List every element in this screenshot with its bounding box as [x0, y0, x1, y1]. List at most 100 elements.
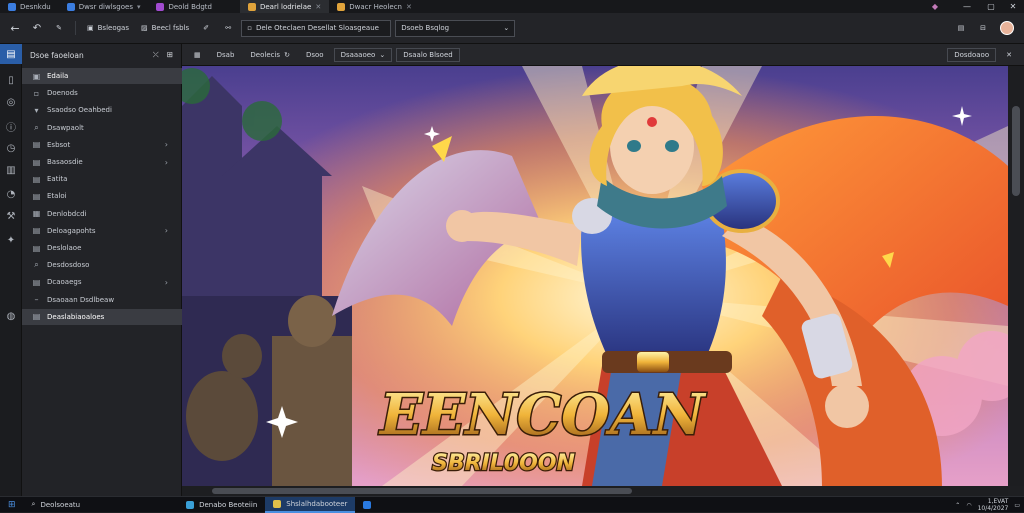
- extension-icon[interactable]: ✦: [0, 230, 22, 250]
- tab-3[interactable]: Dearl lodrielae ✕: [239, 0, 330, 13]
- clock-icon[interactable]: ◔: [0, 184, 22, 204]
- toolbar-button-label: Bsleogas: [97, 24, 129, 32]
- undo-icon[interactable]: ↶: [28, 19, 46, 37]
- sidebar-item-label: Dcaoaegs: [47, 278, 82, 287]
- tool-button-label: Dsoo: [305, 50, 324, 59]
- settings-icon[interactable]: ⊟: [974, 19, 992, 37]
- vertical-scrollbar[interactable]: [1008, 66, 1024, 486]
- tab-4[interactable]: Dwacr Heolecn ✕: [329, 0, 420, 13]
- search-icon[interactable]: ◎: [0, 92, 22, 112]
- right-dropdown-label: Dosdoaoo: [954, 50, 990, 59]
- search-dropdown[interactable]: Dsoeb Bsqlog ⌄: [395, 19, 516, 37]
- sidebar-item[interactable]: ▤ Eatita: [22, 171, 182, 187]
- tab-0[interactable]: Desnkdu: [0, 0, 59, 13]
- sidebar-item[interactable]: ▫ Doenods: [22, 85, 182, 101]
- sidebar-item-label: Etaloi: [47, 192, 67, 201]
- sidebar-item-label: Dsaoaan Dsdlbeaw: [47, 295, 115, 304]
- tool-button[interactable]: Dsaalo Blsoed: [396, 47, 460, 62]
- sidebar-item[interactable]: ▣ Edaila: [22, 68, 182, 84]
- layers-icon[interactable]: ▥: [0, 160, 22, 180]
- taskbar-search[interactable]: ⌕ Deolsoeatu: [24, 497, 89, 513]
- tab-1[interactable]: Dwsr diwlsgoes ▾: [59, 0, 149, 13]
- history-icon[interactable]: ◷: [0, 138, 22, 158]
- sidebar-item[interactable]: ▾ Ssaodso Oeahbedi: [22, 102, 182, 118]
- tool-dropdown[interactable]: Dsaaaoeo ⌄: [333, 47, 393, 62]
- chevron-right-icon[interactable]: ›: [165, 226, 168, 235]
- close-window-icon[interactable]: ✕: [1002, 0, 1024, 13]
- scroll-thumb[interactable]: [1012, 106, 1020, 196]
- chevron-down-icon[interactable]: ▾: [137, 3, 141, 11]
- sidebar-item[interactable]: ▤ Etaloi: [22, 188, 182, 204]
- tab-2[interactable]: Deold Bdgtd: [148, 0, 219, 13]
- sidebar-item[interactable]: ▦ Denlobdcdi: [22, 206, 182, 222]
- wifi-icon[interactable]: ◠: [966, 502, 971, 509]
- sidebar-item[interactable]: ▤ Dcaoaegs ›: [22, 274, 182, 290]
- pin-icon[interactable]: ⊞: [167, 50, 173, 60]
- page-icon: ▫: [247, 24, 252, 32]
- minimize-icon[interactable]: —: [956, 0, 978, 13]
- start-button[interactable]: ⊞: [0, 497, 24, 513]
- tab-label: Dwacr Heolecn: [349, 2, 402, 11]
- chevron-right-icon[interactable]: ›: [165, 278, 168, 287]
- chevron-up-icon[interactable]: ⌃: [955, 502, 960, 509]
- sidebar-item[interactable]: ▤ Basaosdie ›: [22, 154, 182, 170]
- maximize-icon[interactable]: ▢: [980, 0, 1002, 13]
- notification-icon[interactable]: ▭: [1014, 502, 1020, 509]
- explorer-icon[interactable]: ▤: [0, 44, 22, 64]
- activity-bar: ▤ ▯ ◎ ⓘ ◷ ▥ ◔ ⚒ ✦ ◍: [0, 44, 22, 496]
- tab-label: Deold Bdgtd: [168, 2, 212, 11]
- sidebar-item[interactable]: ▤ Deslolaoe: [22, 240, 182, 256]
- chevron-right-icon[interactable]: ›: [165, 140, 168, 149]
- refresh-icon: ↻: [284, 50, 290, 59]
- doc-icon: ▤: [32, 191, 41, 201]
- right-dropdown[interactable]: Dosdoaoo: [947, 47, 997, 62]
- toolbar-button-1[interactable]: ▣ Bsleogas: [83, 19, 133, 37]
- scroll-thumb[interactable]: [212, 488, 632, 494]
- artwork-viewer[interactable]: EENCOAN SBRIL0OON: [182, 66, 1008, 486]
- app-icon: [186, 500, 195, 509]
- sidebar-item[interactable]: ▤ Deaslabiaoaloes: [22, 308, 182, 325]
- close-panel-icon[interactable]: ✕: [1000, 48, 1018, 62]
- doc-icon: ▤: [32, 157, 41, 167]
- sidebar-item-label: Esbsot: [47, 140, 71, 149]
- sidebar-item-label: Deslolaoe: [47, 244, 82, 252]
- back-icon[interactable]: ←: [6, 19, 24, 37]
- tools-icon[interactable]: ⚒: [0, 206, 22, 226]
- sidebar-item[interactable]: ▤ Deloagapohts ›: [22, 223, 182, 239]
- edit-icon[interactable]: ✎: [50, 19, 68, 37]
- pen-icon[interactable]: ✐: [197, 19, 215, 37]
- files-icon[interactable]: ▯: [0, 70, 22, 90]
- tool-button[interactable]: Deolecis ↻: [244, 48, 296, 62]
- tool-button[interactable]: Dsab: [211, 48, 241, 62]
- close-icon[interactable]: ✕: [406, 3, 412, 11]
- close-icon[interactable]: ✕: [315, 3, 321, 11]
- clock-date: 10/4/2027: [977, 505, 1009, 512]
- sidebar-item[interactable]: ⌕ Dsawpaolt: [22, 120, 182, 136]
- horizontal-scrollbar[interactable]: [182, 486, 1008, 496]
- tab-label: Desnkdu: [20, 2, 51, 11]
- sidebar-item[interactable]: ▤ Esbsot ›: [22, 137, 182, 153]
- info-icon[interactable]: ⓘ: [0, 116, 22, 136]
- app-icon: [337, 2, 346, 11]
- app-icon: [247, 2, 256, 11]
- save-icon[interactable]: ▤: [952, 19, 970, 37]
- toolbar-button-2[interactable]: ▨ Beecl fsbls: [137, 19, 193, 37]
- sidebar-item[interactable]: – Dsaoaan Dsdlbeaw: [22, 292, 182, 308]
- link-icon[interactable]: ⚯: [219, 19, 237, 37]
- avatar[interactable]: [996, 19, 1018, 37]
- taskbar-app-2[interactable]: [355, 497, 379, 513]
- address-bar[interactable]: ▫ Dele Oteclaen Desellat Sloasgeaue: [241, 19, 392, 37]
- account-icon[interactable]: ◍: [0, 306, 22, 326]
- taskbar-app-0[interactable]: Denabo Beoteiin: [178, 497, 265, 513]
- profile-icon[interactable]: ◆: [924, 0, 946, 13]
- taskbar-app-1[interactable]: Shslalhdabooteer: [265, 496, 356, 513]
- app-icon: [363, 500, 372, 509]
- tool-button[interactable]: Dsoo: [300, 48, 330, 62]
- collapse-icon[interactable]: ⤫: [153, 50, 159, 60]
- sidebar-item[interactable]: ⌕ Desdosdoso: [22, 257, 182, 273]
- grid-view-icon[interactable]: ▦: [188, 48, 207, 62]
- clock[interactable]: 1,EVAT 10/4/2027: [978, 498, 1009, 512]
- content-toolbar: ▦ Dsab Deolecis ↻ Dsoo Dsaaaoeo ⌄ Dsaalo B…: [182, 44, 1024, 66]
- chevron-right-icon[interactable]: ›: [165, 158, 168, 167]
- sidebar: Dsoe faoeloan ⤫ ⊞ ▣ Edaila ▫ Doenods ▾ Ssaods…: [22, 44, 182, 496]
